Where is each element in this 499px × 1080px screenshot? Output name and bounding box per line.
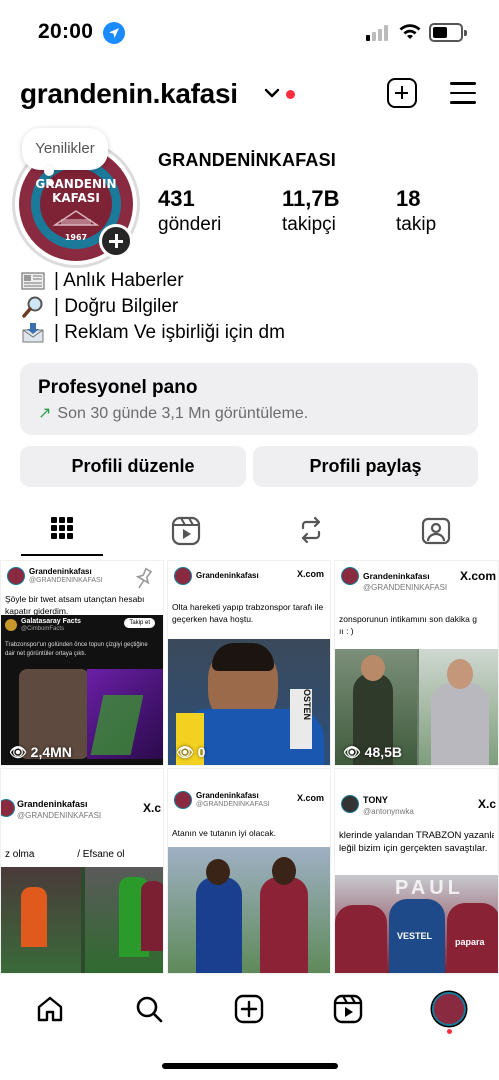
home-icon (37, 996, 63, 1022)
nav-search[interactable] (129, 989, 169, 1029)
bio-line: | Doğru Bilgiler (20, 294, 285, 320)
tab-tagged[interactable] (395, 510, 477, 558)
create-plus-icon (234, 994, 264, 1024)
avatar (174, 791, 192, 809)
post-image: Galatasaray Facts @CimbomFacts Takip et … (1, 615, 163, 765)
eye-icon: 👁 (343, 744, 361, 760)
pin-icon (135, 567, 153, 589)
notification-dot (286, 90, 295, 99)
share-profile-button[interactable]: Profili paylaş (253, 446, 478, 487)
nav-reels[interactable] (328, 989, 368, 1029)
stat-following[interactable]: 18 takip (396, 186, 436, 236)
active-tab-indicator (21, 554, 103, 556)
notification-dot (447, 1029, 452, 1034)
eye-icon: 👁 (9, 744, 27, 760)
tab-reels[interactable] (145, 510, 227, 558)
reels-icon (171, 516, 201, 546)
post-image: PAUL VESTEL papara (335, 875, 498, 973)
trend-up-arrow-icon: ↗ (38, 405, 52, 422)
avatar (432, 992, 466, 1026)
post-image (1, 867, 163, 973)
add-story-plus-icon[interactable] (99, 224, 133, 258)
magnifier-icon (20, 296, 46, 318)
reels-icon (333, 994, 363, 1024)
profile-header: grandenin.kafasi (0, 74, 499, 114)
wifi-icon (399, 24, 421, 39)
repost-icon (301, 516, 321, 544)
hamburger-menu-icon[interactable] (450, 82, 476, 104)
pro-panel-title: Profesyonel pano (38, 377, 198, 398)
post-tile[interactable]: Grandeninkafası @GRANDENINKAFASI X.com A… (167, 768, 331, 974)
edit-profile-button[interactable]: Profili düzenle (20, 446, 246, 487)
username-switcher[interactable]: grandenin.kafasi (20, 78, 238, 110)
tab-posts-grid[interactable] (21, 510, 103, 558)
eye-icon: 👁 (176, 744, 194, 760)
post-tile[interactable]: Grandeninkafası @GRANDENINKAFASI X.c z o… (0, 768, 164, 974)
avatar (341, 795, 359, 813)
battery-icon (429, 23, 467, 42)
stat-followers[interactable]: 11,7B takipçi (282, 186, 340, 236)
tagged-person-icon (421, 517, 451, 545)
post-tile[interactable]: TONY @antonynwka X.c klerinde yalandan T… (334, 768, 499, 974)
home-indicator[interactable] (162, 1063, 338, 1069)
envelope-icon (20, 322, 46, 344)
bio-line: | Reklam Ve işbirliği için dm (20, 320, 285, 346)
location-arrow-icon (103, 22, 125, 44)
status-time: 20:00 (38, 20, 94, 43)
avatar (1, 799, 15, 817)
bio-line: | Anlık Haberler (20, 268, 285, 294)
content-tabs (0, 510, 499, 558)
post-tile[interactable]: Grandeninkafası @GRANDENINKAFASI X.com z… (334, 560, 499, 766)
post-tile[interactable]: Grandeninkafası X.com Olta hareketi yapı… (167, 560, 331, 766)
pro-panel-subtitle: ↗ Son 30 günde 3,1 Mn görüntüleme. (38, 405, 309, 422)
create-post-icon[interactable] (387, 78, 417, 108)
chevron-down-icon[interactable] (264, 88, 280, 98)
view-count: 👁 48,5B (343, 744, 403, 760)
grid-icon (51, 517, 73, 539)
status-bar: 20:00 (0, 0, 499, 64)
cellular-signal-icon (366, 25, 390, 41)
display-name: GRANDENİNKAFASI (158, 150, 337, 170)
tab-reposts[interactable] (270, 510, 352, 558)
nav-create[interactable] (229, 989, 269, 1029)
newspaper-icon (20, 270, 46, 292)
bottom-navigation (0, 975, 499, 1035)
view-count: 👁 0 (176, 744, 206, 760)
story-notes-bubble[interactable]: Yenilikler (22, 128, 108, 170)
avatar (7, 567, 25, 585)
search-icon (136, 996, 163, 1023)
stat-posts[interactable]: 431 gönderi (158, 186, 221, 236)
bio: | Anlık Haberler | Doğru Bilgiler | Rekl… (20, 268, 285, 346)
avatar (341, 567, 359, 585)
nav-profile[interactable] (429, 989, 469, 1029)
professional-dashboard[interactable]: Profesyonel pano ↗ Son 30 günde 3,1 Mn gö… (20, 363, 478, 435)
post-tile[interactable]: Grandeninkafası @GRANDENINKAFASI Şöyle b… (0, 560, 164, 766)
nav-home[interactable] (30, 989, 70, 1029)
avatar (174, 567, 192, 585)
posts-grid: Grandeninkafası @GRANDENINKAFASI Şöyle b… (0, 560, 499, 974)
view-count: 👁 2,4MN (9, 744, 72, 760)
post-image (168, 847, 330, 973)
